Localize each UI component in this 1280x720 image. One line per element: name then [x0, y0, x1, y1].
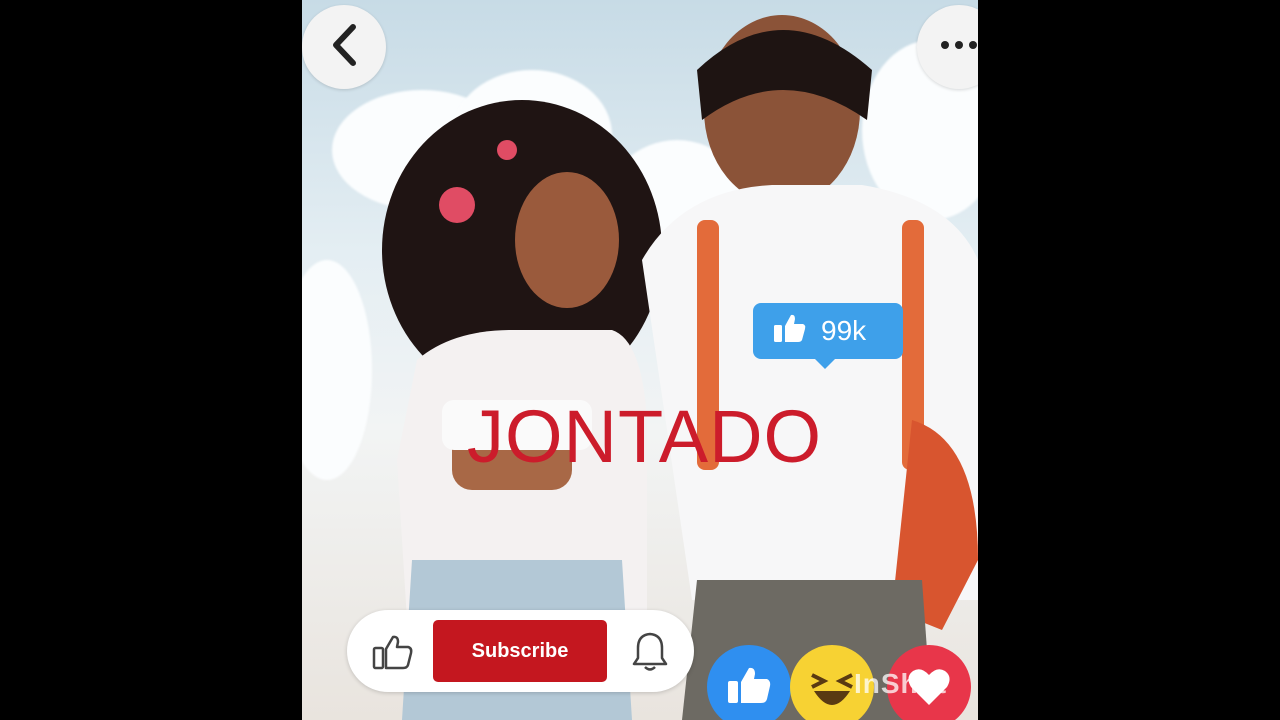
back-button[interactable]	[302, 5, 386, 89]
overlay-title: JONTADO	[467, 395, 823, 478]
more-dots-icon	[939, 38, 978, 56]
video-frame: 99k JONTADO Subscribe InShot	[302, 0, 978, 720]
subscribe-bar: Subscribe	[347, 610, 694, 692]
laugh-emoji-icon	[804, 661, 860, 718]
thumbs-up-icon	[773, 313, 807, 350]
thumbs-up-icon	[727, 665, 771, 710]
like-reaction[interactable]	[707, 645, 791, 720]
bell-icon[interactable]	[632, 630, 668, 677]
watermark: InShot	[854, 668, 948, 699]
like-count: 99k	[821, 315, 867, 346]
back-chevron-icon	[329, 23, 359, 72]
subscribe-button[interactable]: Subscribe	[433, 620, 607, 682]
thumbs-up-icon[interactable]	[372, 634, 414, 675]
like-count-bubble: 99k	[753, 303, 903, 369]
